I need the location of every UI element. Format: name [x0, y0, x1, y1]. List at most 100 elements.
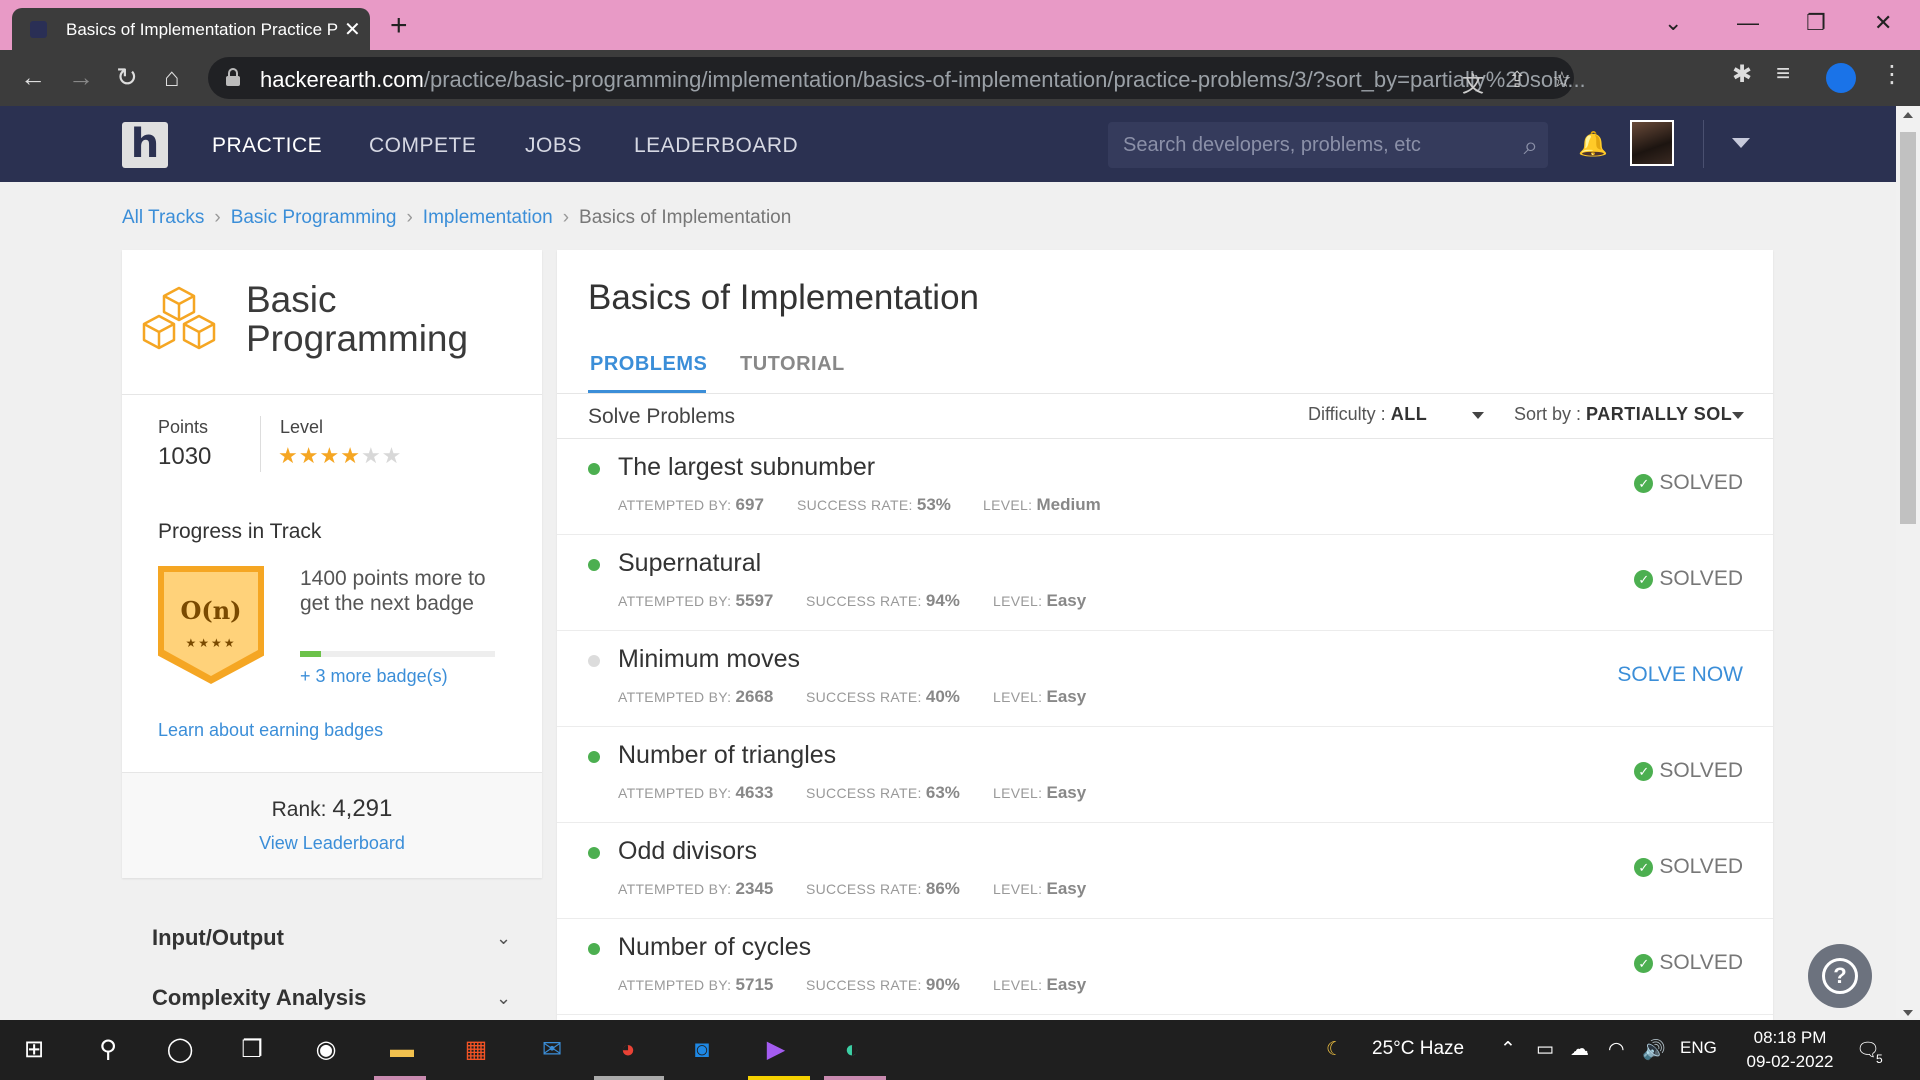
difficulty-dropdown-icon[interactable] — [1472, 412, 1484, 419]
notification-bell-icon[interactable]: 🔔 — [1578, 130, 1608, 159]
problem-name[interactable]: Number of triangles — [618, 741, 836, 770]
bookmark-star-icon[interactable]: ☆ — [1552, 67, 1572, 93]
tab-tutorial[interactable]: TUTORIAL — [740, 353, 845, 376]
tab-close-icon[interactable]: ✕ — [344, 17, 361, 42]
nav-jobs[interactable]: JOBS — [525, 134, 582, 158]
close-window-button[interactable]: ✕ — [1874, 10, 1892, 36]
breadcrumb-implementation[interactable]: Implementation — [423, 207, 553, 228]
problem-name[interactable]: The largest subnumber — [618, 453, 875, 482]
problem-row[interactable]: Number of triangles ATTEMPTED BY: 4633 SUC… — [557, 727, 1773, 823]
windows-start-icon[interactable]: ⊞ — [16, 1032, 52, 1068]
search-icon[interactable]: ⌕ — [1523, 130, 1538, 162]
breadcrumb-basic-programming[interactable]: Basic Programming — [231, 207, 397, 228]
reload-icon[interactable]: ↻ — [116, 62, 138, 93]
problem-name[interactable]: Minimum moves — [618, 645, 800, 674]
problems-card: Basics of Implementation PROBLEMS TUTORI… — [557, 250, 1773, 1020]
account-dropdown-caret-icon[interactable] — [1732, 138, 1750, 148]
battery-icon[interactable]: ▭ — [1536, 1038, 1554, 1061]
learn-badges-link[interactable]: Learn about earning badges — [158, 720, 383, 741]
file-explorer-icon[interactable]: ▬ — [384, 1032, 420, 1068]
solved-status: ✓ SOLVED — [1634, 567, 1743, 591]
edge-icon[interactable]: ◐ — [834, 1032, 870, 1068]
help-button[interactable]: ? — [1808, 944, 1872, 1008]
site-favicon-icon — [30, 21, 47, 38]
difficulty-label: Difficulty : — [1308, 404, 1386, 424]
restore-button[interactable]: ❐ — [1806, 10, 1826, 36]
onedrive-icon[interactable]: ☁ — [1570, 1038, 1589, 1061]
view-leaderboard-link[interactable]: View Leaderboard — [122, 833, 542, 854]
task-view-icon[interactable]: ❐ — [234, 1032, 270, 1068]
lock-icon[interactable] — [226, 68, 240, 86]
home-icon[interactable]: ⌂ — [164, 62, 180, 93]
browser-menu-icon[interactable]: ⋮ — [1880, 60, 1904, 89]
problem-row[interactable]: Number of cycles ATTEMPTED BY: 5715 SUCCES… — [557, 919, 1773, 1015]
search-icon[interactable]: ⚲ — [90, 1032, 126, 1068]
tab-search-chevron-icon[interactable]: ⌄ — [1664, 10, 1682, 36]
volume-icon[interactable]: 🔊 — [1642, 1038, 1666, 1062]
chrome-icon[interactable]: ◕ — [610, 1032, 646, 1068]
status-dot-icon — [588, 943, 600, 955]
browser-tab[interactable]: Basics of Implementation Practice Proble… — [12, 8, 370, 50]
extensions-icon[interactable]: ✱ — [1732, 60, 1752, 89]
microsoft-store-icon[interactable]: ▦ — [458, 1032, 494, 1068]
question-mark-icon: ? — [1822, 958, 1858, 994]
chevron-down-icon[interactable]: ⌄ — [496, 988, 511, 1009]
scroll-up-arrow-icon[interactable] — [1903, 112, 1913, 118]
wifi-icon[interactable]: ◠ — [1608, 1038, 1625, 1061]
problem-row[interactable]: Minimum moves ATTEMPTED BY: 2668 SUCCESS R… — [557, 631, 1773, 727]
sort-filter[interactable]: Sort by : PARTIALLY SOL — [1514, 404, 1732, 425]
divider — [557, 393, 1773, 394]
media-control-icon[interactable]: ≡ — [1776, 60, 1790, 88]
minimize-button[interactable]: — — [1737, 10, 1759, 36]
breadcrumb: All Tracks › Basic Programming › Implementat… — [122, 207, 791, 229]
user-avatar[interactable] — [1630, 120, 1674, 166]
breadcrumb-separator-icon: › — [406, 207, 413, 228]
back-icon[interactable]: ← — [20, 62, 46, 93]
scrollbar-thumb[interactable] — [1900, 132, 1916, 524]
tray-chevron-icon[interactable]: ⌃ — [1500, 1038, 1516, 1061]
problem-row[interactable]: The largest subnumber ATTEMPTED BY: 697 SU… — [557, 439, 1773, 535]
problem-row[interactable]: Supernatural ATTEMPTED BY: 5597 SUCCESS RA… — [557, 535, 1773, 631]
clock[interactable]: 08:18 PM 09-02-2022 — [1740, 1026, 1840, 1074]
nav-compete[interactable]: COMPETE — [369, 134, 476, 158]
translate-icon[interactable]: 文 — [1462, 67, 1484, 99]
problem-name[interactable]: Odd divisors — [618, 837, 757, 866]
topic-complexity-analysis[interactable]: Complexity Analysis — [152, 985, 366, 1011]
forward-icon[interactable]: → — [68, 62, 94, 93]
mail-icon[interactable]: ✉ — [534, 1032, 570, 1068]
weather-moon-icon[interactable]: ☾ — [1326, 1038, 1343, 1061]
outlook-icon[interactable]: ◙ — [684, 1032, 720, 1068]
difficulty-filter[interactable]: Difficulty : ALL — [1308, 404, 1427, 425]
nav-practice[interactable]: PRACTICE — [212, 134, 322, 158]
weather-text[interactable]: 25°C Haze — [1372, 1038, 1464, 1060]
tab-problems[interactable]: PROBLEMS — [590, 353, 707, 376]
problem-name[interactable]: Number of cycles — [618, 933, 811, 962]
cortana-icon[interactable]: ◯ — [162, 1032, 198, 1068]
check-circle-icon: ✓ — [1634, 762, 1654, 781]
page-scrollbar[interactable] — [1896, 106, 1920, 1018]
topic-input-output[interactable]: Input/Output — [152, 925, 284, 951]
visual-studio-icon[interactable]: ▶ — [758, 1032, 794, 1068]
breadcrumb-all-tracks[interactable]: All Tracks — [122, 207, 204, 228]
solve-now-button[interactable]: SOLVE NOW — [1617, 663, 1743, 687]
search-input[interactable]: Search developers, problems, etc ⌕ — [1108, 122, 1548, 168]
status-dot-icon — [588, 463, 600, 475]
dell-icon[interactable]: ◉ — [308, 1032, 344, 1068]
chevron-down-icon[interactable]: ⌄ — [496, 928, 511, 949]
nav-leaderboard[interactable]: LEADERBOARD — [634, 134, 798, 158]
scroll-down-arrow-icon[interactable] — [1903, 1010, 1913, 1016]
problem-row[interactable]: Odd divisors ATTEMPTED BY: 2345 SUCCESS RA… — [557, 823, 1773, 919]
new-tab-button[interactable]: + — [390, 9, 408, 43]
hackerearth-logo[interactable]: h — [122, 122, 168, 168]
badge-shield-icon: O(n) ★★★★ — [158, 566, 264, 684]
sort-dropdown-icon[interactable] — [1732, 412, 1744, 419]
language-indicator[interactable]: ENG — [1680, 1038, 1717, 1058]
more-badges-link[interactable]: + 3 more badge(s) — [300, 666, 448, 687]
search-placeholder: Search developers, problems, etc — [1123, 134, 1421, 156]
problem-name[interactable]: Supernatural — [618, 549, 761, 578]
success-rate: SUCCESS RATE: 63% — [806, 783, 960, 802]
share-icon[interactable]: ⇪ — [1508, 67, 1526, 93]
url-field[interactable]: hackerearth.com/practice/basic-programmi… — [208, 57, 1586, 99]
profile-avatar-icon[interactable] — [1826, 63, 1856, 93]
section-heading: Solve Problems — [588, 405, 736, 428]
